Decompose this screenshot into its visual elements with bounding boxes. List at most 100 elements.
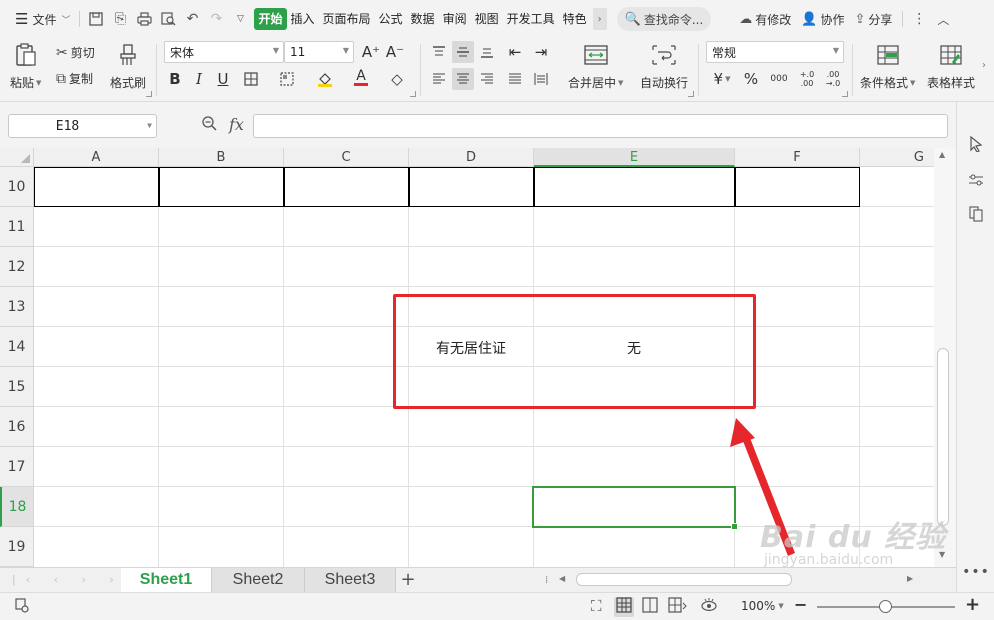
tab-page-layout[interactable]: 页面布局 (319, 8, 375, 30)
undo-icon[interactable]: ↶ (180, 7, 204, 31)
tab-home[interactable]: 开始 (254, 8, 287, 30)
number-format-select[interactable]: 常规 ▼ (706, 41, 844, 63)
normal-view-icon[interactable] (614, 597, 634, 617)
row-header-19[interactable]: 19 (0, 527, 34, 567)
justify-icon[interactable] (504, 68, 526, 90)
paste-button[interactable]: 粘贴 ▼ (10, 42, 41, 91)
print-preview-icon[interactable] (156, 7, 180, 31)
tab-insert[interactable]: 插入 (287, 8, 319, 30)
zoom-out-button[interactable]: − (794, 595, 807, 614)
row-header-10[interactable]: 10 (0, 167, 34, 207)
sheet-tab-sheet3[interactable]: Sheet3 (305, 568, 396, 592)
more-options-icon[interactable]: ⋮ (907, 7, 931, 31)
reading-mode-icon[interactable] (700, 597, 718, 617)
font-name-select[interactable]: 宋体 ▼ (164, 41, 284, 63)
horizontal-scroll-thumb[interactable] (576, 573, 792, 586)
decrease-decimal-icon[interactable]: .00 →.0 (820, 68, 846, 90)
cell-a10[interactable] (34, 167, 160, 207)
file-menu[interactable]: ☰ 文件 ﹀ (10, 7, 75, 31)
cell-e10[interactable] (533, 167, 736, 207)
row-header-11[interactable]: 11 (0, 207, 34, 247)
column-header-f[interactable]: F (735, 148, 860, 167)
eraser-icon[interactable]: ◇ (386, 68, 408, 90)
align-bottom-icon[interactable] (476, 41, 498, 63)
cell-b10[interactable] (158, 167, 285, 207)
copy-button[interactable]: ⧉ 复制 (56, 70, 93, 87)
increase-decimal-icon[interactable]: +.0 .00 (794, 68, 820, 90)
redo-icon[interactable]: ↷ (204, 7, 228, 31)
increase-indent-icon[interactable]: ⇥ (530, 41, 552, 63)
macro-record-icon[interactable] (14, 597, 30, 617)
page-break-view-icon[interactable] (668, 597, 688, 617)
cell-f10[interactable] (734, 167, 860, 207)
tab-view[interactable]: 视图 (471, 8, 503, 30)
row-header-15[interactable]: 15 (0, 367, 34, 407)
sheet-tab-sheet1[interactable]: Sheet1 (121, 568, 212, 592)
sliders-icon[interactable] (957, 172, 994, 191)
align-left-icon[interactable] (428, 68, 450, 90)
cell-c10[interactable] (283, 167, 410, 207)
scroll-up-icon[interactable]: ▲ (939, 150, 945, 159)
row-header-18[interactable]: 18 (0, 487, 34, 527)
increase-font-button[interactable]: A⁺ (360, 41, 382, 63)
decrease-indent-icon[interactable]: ⇤ (504, 41, 526, 63)
tab-data[interactable]: 数据 (407, 8, 439, 30)
font-launcher-icon[interactable] (410, 91, 416, 97)
merge-center-button[interactable]: 合并居中 ▼ (568, 42, 623, 91)
tab-developer[interactable]: 开发工具 (503, 8, 559, 30)
cell-d10[interactable] (408, 167, 535, 207)
distributed-icon[interactable] (530, 68, 552, 90)
modified-button[interactable]: ☁ 有修改 (739, 11, 791, 28)
insert-function-button[interactable]: fx (229, 115, 244, 134)
print-icon[interactable] (132, 7, 156, 31)
vertical-scroll-thumb[interactable] (937, 348, 949, 526)
format-painter-button[interactable]: 格式刷 (110, 42, 146, 91)
zoom-in-button[interactable]: + (965, 594, 980, 615)
customize-toolbar-icon[interactable]: ▽ (228, 7, 252, 31)
add-sheet-button[interactable]: + (399, 568, 417, 592)
save-icon[interactable] (84, 7, 108, 31)
align-right-icon[interactable] (476, 68, 498, 90)
name-box[interactable]: E18 ▼ (8, 114, 157, 138)
table-style-button[interactable]: 表格样式 (927, 42, 975, 91)
align-top-icon[interactable] (428, 41, 450, 63)
number-launcher-icon[interactable] (842, 91, 848, 97)
column-header-b[interactable]: B (159, 148, 284, 167)
column-header-d[interactable]: D (409, 148, 534, 167)
column-header-c[interactable]: C (284, 148, 409, 167)
select-all-corner[interactable] (0, 148, 34, 167)
bold-button[interactable]: B (164, 68, 186, 90)
cut-button[interactable]: ✂ 剪切 (56, 44, 95, 61)
row-header-12[interactable]: 12 (0, 247, 34, 287)
scroll-left-icon[interactable]: ◀ (559, 574, 565, 583)
alignment-launcher-icon[interactable] (688, 91, 694, 97)
row-header-14[interactable]: 14 (0, 327, 34, 367)
currency-icon[interactable]: ¥ ▼ (708, 68, 736, 90)
wrap-text-button[interactable]: 自动换行 (640, 42, 688, 91)
share-button[interactable]: ⇪ 分享 (854, 11, 892, 28)
formula-input[interactable] (253, 114, 948, 138)
sheet-tab-sheet2[interactable]: Sheet2 (212, 568, 305, 592)
fullscreen-icon[interactable]: ⛶ (591, 597, 602, 615)
clipboard-launcher-icon[interactable] (146, 91, 152, 97)
tab-review[interactable]: 审阅 (439, 8, 471, 30)
selected-cell-e18[interactable] (532, 486, 738, 530)
more-tabs-icon[interactable]: › (592, 8, 607, 30)
row-header-13[interactable]: 13 (0, 287, 34, 327)
more-icon[interactable]: ••• (957, 564, 994, 580)
column-header-a[interactable]: A (34, 148, 159, 167)
page-layout-view-icon[interactable] (642, 597, 658, 617)
cell-style-icon[interactable] (276, 68, 298, 90)
align-center-icon[interactable] (452, 68, 474, 90)
decrease-font-button[interactable]: A⁻ (384, 41, 406, 63)
backup-icon[interactable] (957, 206, 994, 226)
tab-formulas[interactable]: 公式 (375, 8, 407, 30)
scroll-right-icon[interactable]: ▶ (907, 574, 913, 583)
command-search[interactable]: 🔍 查找命令... (616, 7, 712, 31)
sheet-nav-icon[interactable]: |‹ ‹ › ›| (12, 573, 138, 586)
underline-button[interactable]: U (212, 68, 234, 90)
conditional-format-button[interactable]: 条件格式 ▼ (860, 42, 915, 91)
align-middle-icon[interactable] (452, 41, 474, 63)
ribbon-scroll-right-icon[interactable]: › (982, 60, 986, 71)
fill-color-icon[interactable] (314, 68, 336, 90)
